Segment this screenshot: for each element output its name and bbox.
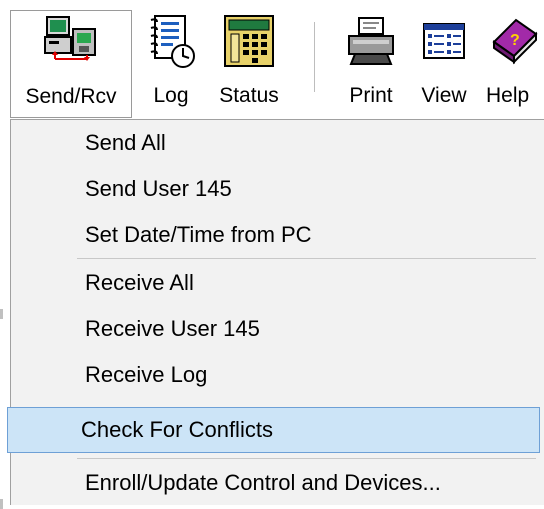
menu-item-send-user-145[interactable]: Send User 145 [15,166,540,212]
menu-item-send-all[interactable]: Send All [15,120,540,166]
toolbar: Send/Rcv Log Status Print View ? Help [0,0,544,121]
log-button[interactable]: Log [138,10,204,118]
help-label: Help [486,84,530,107]
menu-item-label: Receive User 145 [85,316,260,341]
printer-icon [348,17,394,65]
status-icon [224,15,274,67]
menu-item-label: Check For Conflicts [81,417,273,442]
menu-item-enroll-update-control-and-devices[interactable]: Enroll/Update Control and Devices... [15,460,540,506]
view-label: View [421,84,467,107]
log-icon [150,15,195,68]
menu-item-label: Set Date/Time from PC [85,222,312,247]
menu-item-check-for-conflicts[interactable]: Check For Conflicts [7,407,540,453]
send-receive-menu: Send All Send User 145 Set Date/Time fro… [7,119,544,506]
toolbar-separator [314,22,315,92]
send-receive-button[interactable]: Send/Rcv [10,10,132,118]
menu-item-receive-user-145[interactable]: Receive User 145 [15,306,540,352]
print-button[interactable]: Print [340,10,402,118]
menu-item-receive-log[interactable]: Receive Log [15,352,540,398]
send-receive-label: Send/Rcv [25,85,117,108]
help-book-icon: ? [492,18,538,65]
edge-mark [0,309,3,319]
menu-item-label: Send All [85,130,166,155]
view-icon [423,23,465,59]
status-button[interactable]: Status [208,10,290,118]
svg-text:?: ? [510,32,520,49]
send-receive-icon [44,16,96,61]
log-label: Log [153,84,189,107]
menu-item-label: Enroll/Update Control and Devices... [85,470,441,495]
menu-item-label: Receive Log [85,362,208,387]
menu-separator [77,258,536,259]
menu-item-label: Receive All [85,270,194,295]
menu-item-receive-all[interactable]: Receive All [15,260,540,306]
print-label: Print [349,84,393,107]
view-button[interactable]: View [414,10,474,118]
help-button[interactable]: ? Help [480,10,544,118]
menu-item-label: Send User 145 [85,176,232,201]
menu-separator [77,458,536,459]
edge-mark [0,499,3,509]
status-label: Status [219,84,279,107]
menu-item-set-date-time-from-pc[interactable]: Set Date/Time from PC [15,212,540,258]
